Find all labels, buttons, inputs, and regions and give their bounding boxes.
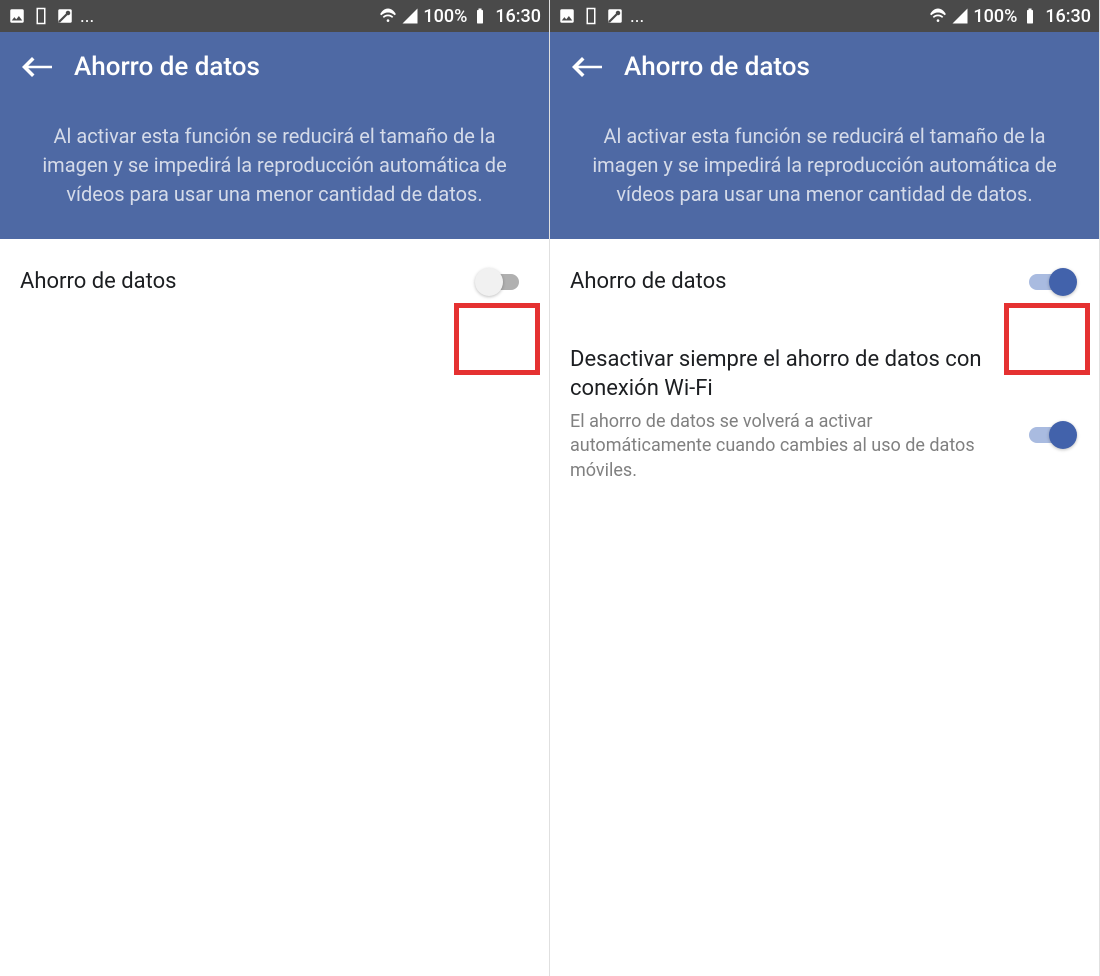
- battery-icon: [1021, 7, 1039, 25]
- data-saver-row[interactable]: Ahorro de datos: [0, 239, 549, 325]
- maps-icon: [606, 7, 624, 25]
- maps-icon: [56, 7, 74, 25]
- wifi-disable-sub: El ahorro de datos se volverá a activar …: [570, 410, 989, 483]
- device-icon: [582, 7, 600, 25]
- phone-right: ... 100% 16:30 Ahorro de datos Al activa…: [550, 0, 1100, 976]
- back-button[interactable]: [20, 52, 54, 82]
- wifi-icon: [379, 7, 397, 25]
- status-time: 16:30: [495, 6, 541, 27]
- data-saver-toggle[interactable]: [475, 266, 531, 298]
- status-right: 100% 16:30: [929, 6, 1091, 27]
- status-more: ...: [630, 6, 644, 27]
- status-left: ...: [558, 6, 929, 27]
- wifi-disable-label: Desactivar siempre el ahorro de datos co…: [570, 345, 989, 404]
- device-icon: [32, 7, 50, 25]
- wifi-disable-row[interactable]: Desactivar siempre el ahorro de datos co…: [550, 325, 1099, 503]
- page-description: Al activar esta función se reducirá el t…: [0, 98, 549, 209]
- image-icon: [8, 7, 26, 25]
- status-time: 16:30: [1045, 6, 1091, 27]
- settings-list: Ahorro de datos: [0, 239, 549, 325]
- status-bar: ... 100% 16:30: [0, 0, 549, 32]
- signal-icon: [951, 7, 969, 25]
- settings-list: Ahorro de datos Desactivar siempre el ah…: [550, 239, 1099, 503]
- status-more: ...: [80, 6, 94, 27]
- page-description: Al activar esta función se reducirá el t…: [550, 98, 1099, 209]
- phone-left: ... 100% 16:30 Ahorro de datos Al activa…: [0, 0, 550, 976]
- page-title: Ahorro de datos: [74, 52, 260, 82]
- battery-percent: 100%: [973, 6, 1017, 27]
- data-saver-toggle[interactable]: [1025, 266, 1081, 298]
- battery-icon: [471, 7, 489, 25]
- wifi-icon: [929, 7, 947, 25]
- data-saver-label: Ahorro de datos: [570, 267, 989, 297]
- wifi-disable-toggle[interactable]: [1025, 419, 1081, 451]
- status-left: ...: [8, 6, 379, 27]
- status-right: 100% 16:30: [379, 6, 541, 27]
- app-header: Ahorro de datos Al activar esta función …: [0, 32, 549, 239]
- signal-icon: [401, 7, 419, 25]
- page-title: Ahorro de datos: [624, 52, 810, 82]
- battery-percent: 100%: [423, 6, 467, 27]
- back-button[interactable]: [570, 52, 604, 82]
- data-saver-label: Ahorro de datos: [20, 267, 439, 297]
- status-bar: ... 100% 16:30: [550, 0, 1099, 32]
- data-saver-row[interactable]: Ahorro de datos: [550, 239, 1099, 325]
- image-icon: [558, 7, 576, 25]
- app-header: Ahorro de datos Al activar esta función …: [550, 32, 1099, 239]
